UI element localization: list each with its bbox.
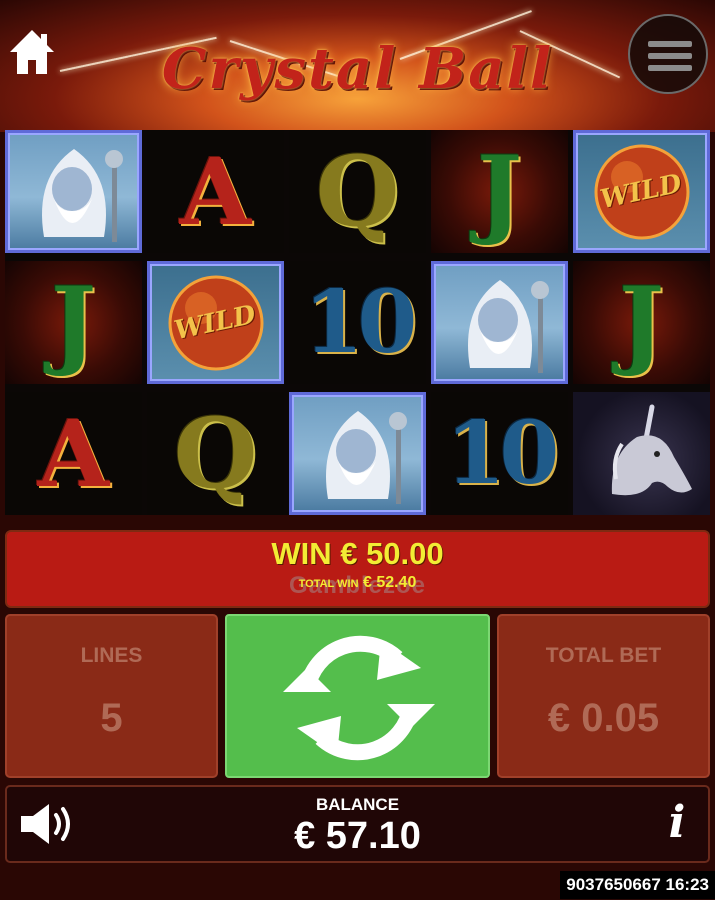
reel-symbol-wizard xyxy=(5,130,142,253)
info-button[interactable]: i xyxy=(657,795,697,851)
total-win-value: € 52.40 xyxy=(362,574,417,591)
symbol-letter: J xyxy=(50,266,97,379)
symbol-letter: J xyxy=(618,266,665,379)
symbol-letter: J xyxy=(476,135,523,248)
symbol-letter: Q xyxy=(315,135,400,248)
lines-label: LINES xyxy=(80,644,143,667)
reel-symbol-10: 10 xyxy=(431,392,568,515)
balance-value: € 57.10 xyxy=(294,815,421,857)
reel-symbol-J: J xyxy=(5,261,142,384)
wizard-icon xyxy=(325,410,407,504)
symbol-letter: A xyxy=(37,399,110,508)
reel-symbol-A: A xyxy=(5,392,142,515)
lines-selector[interactable]: LINES 5 xyxy=(5,614,218,778)
reel-symbol-Q: Q xyxy=(147,392,284,515)
symbol-letter: Q xyxy=(173,397,258,510)
reel-symbol-wild: WILD xyxy=(147,261,284,384)
balance-bar: BALANCE € 57.10 i xyxy=(5,785,710,863)
game-header: Crystal Ball xyxy=(0,0,715,132)
home-icon xyxy=(10,30,54,74)
reel-symbol-unicorn xyxy=(573,392,710,515)
symbol-number: 10 xyxy=(445,403,560,504)
lines-value: 5 xyxy=(100,696,123,740)
game-title: Crystal Ball xyxy=(161,36,554,102)
reel-symbol-Q: Q xyxy=(289,130,426,253)
total-bet-selector[interactable]: TOTAL BET € 0.05 xyxy=(497,614,710,778)
reel-symbol-J: J xyxy=(431,130,568,253)
wizard-icon xyxy=(467,279,549,373)
reel-symbol-J: J xyxy=(573,261,710,384)
total-win-label: TOTAL WIN xyxy=(298,578,359,590)
spin-button[interactable] xyxy=(225,614,490,778)
reel-grid: J A A WILD Q Q 10 J 10 WILD J xyxy=(5,130,710,515)
unicorn-icon xyxy=(611,404,692,495)
win-amount: WIN € 50.00 xyxy=(271,536,444,571)
hamburger-menu-icon xyxy=(648,53,692,59)
wizard-icon xyxy=(41,148,123,242)
reel-symbol-10: 10 xyxy=(289,261,426,384)
reel-symbol-wild: WILD xyxy=(573,130,710,253)
reel-symbol-wizard xyxy=(289,392,426,515)
symbol-letter: A xyxy=(179,137,252,246)
total-bet-value: € 0.05 xyxy=(547,696,660,740)
win-display: Gamblezoe WIN € 50.00 TOTAL WIN € 52.40 xyxy=(5,530,710,608)
reel-symbol-wizard xyxy=(431,261,568,384)
session-id-timestamp: 9037650667 16:23 xyxy=(560,871,715,899)
symbol-number: 10 xyxy=(303,272,418,373)
spin-arrows-icon xyxy=(283,635,435,761)
reel-symbol-A: A xyxy=(147,130,284,253)
menu-button[interactable] xyxy=(628,14,708,94)
hamburger-menu-icon xyxy=(648,41,692,47)
total-bet-label: TOTAL BET xyxy=(545,644,662,667)
balance-label: BALANCE xyxy=(315,795,400,814)
hamburger-menu-icon xyxy=(648,65,692,71)
total-win: TOTAL WIN € 52.40 xyxy=(7,574,708,592)
home-button[interactable] xyxy=(8,26,56,78)
info-icon: i xyxy=(668,797,686,848)
